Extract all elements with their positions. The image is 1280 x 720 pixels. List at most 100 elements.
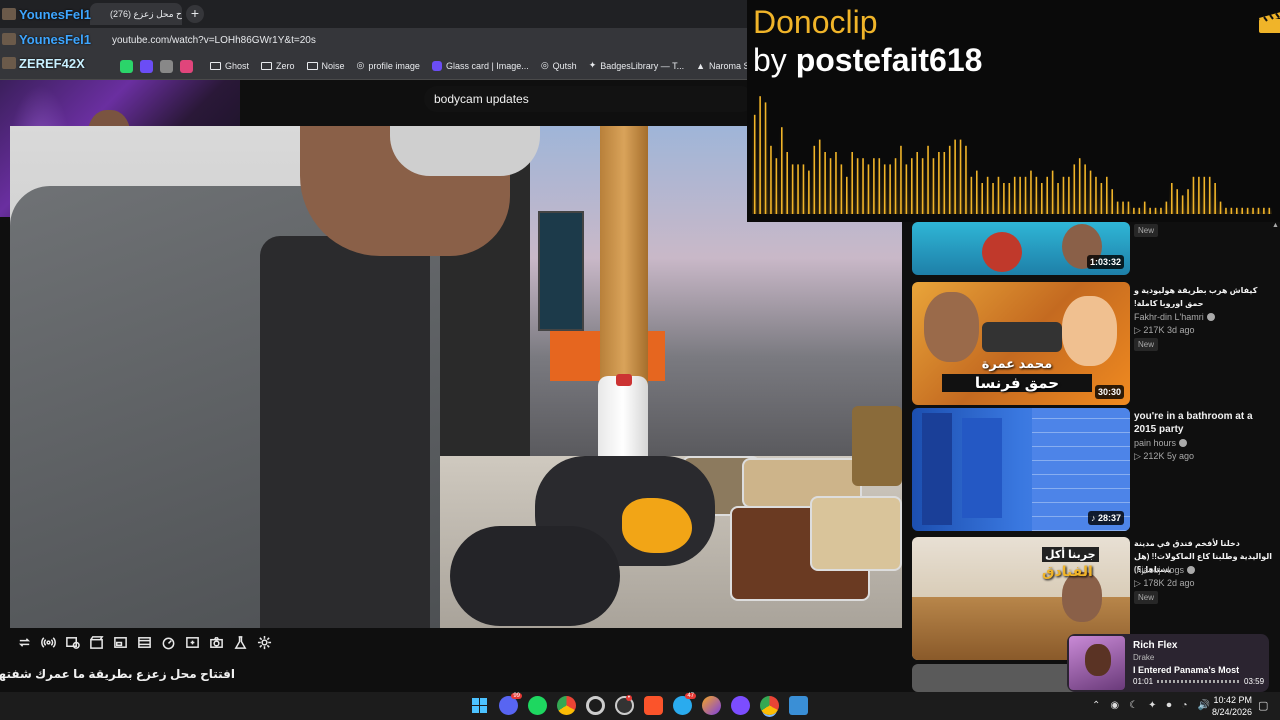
waveform-bar: [1040, 183, 1043, 214]
thumbnail-text: جربنا أكل: [1042, 547, 1099, 562]
bookmark-item[interactable]: ◎ profile image: [357, 60, 420, 71]
bookmark-item[interactable]: Zero: [261, 60, 295, 71]
waveform-bar: [894, 158, 897, 214]
volume-icon[interactable]: 🔊: [1198, 700, 1210, 711]
add-icon[interactable]: [184, 634, 200, 650]
chrome-active-icon[interactable]: [760, 696, 779, 715]
camera-icon[interactable]: [208, 634, 224, 650]
chevron-up-icon[interactable]: ⌃: [1092, 700, 1100, 711]
thumbnail-text: الفنادق: [1042, 563, 1093, 579]
waveform-bar: [1089, 170, 1092, 214]
donoclip-overlay: Donoclip by postefait618: [747, 0, 1280, 222]
chrome-icon[interactable]: [557, 696, 576, 715]
bookmarks-bar: Ghost Zero Noise ◎ profile image Glass ca…: [0, 54, 769, 80]
video-duration: 1:03:32: [1086, 255, 1124, 269]
wifi-icon[interactable]: ◔: [1181, 700, 1187, 711]
bookmark-icon[interactable]: [160, 60, 173, 73]
globe-icon: ◎: [356, 60, 365, 70]
verified-icon: [1187, 566, 1196, 574]
waveform-bar: [1078, 158, 1081, 214]
scroll-arrow-icon[interactable]: ▲: [1272, 222, 1279, 230]
site-icon: ▲: [696, 60, 706, 71]
gear-icon[interactable]: [256, 634, 272, 650]
folder-icon: [306, 61, 318, 70]
bookmark-item[interactable]: Glass card | Image...: [431, 60, 529, 71]
discord-tray-icon[interactable]: ◉: [1110, 700, 1119, 711]
taskbar-clock[interactable]: 10:42 PM 8/24/2026: [1212, 694, 1252, 718]
bookmark-item[interactable]: ✦ BadgesLibrary — T...: [589, 60, 684, 71]
waveform-bar: [1105, 176, 1108, 214]
app-icon[interactable]: [731, 696, 750, 715]
waveform-bar: [1198, 176, 1200, 214]
waveform-bar: [873, 158, 875, 214]
bookmark-icon[interactable]: [140, 60, 153, 73]
waveform-bar: [759, 96, 761, 214]
app-icon[interactable]: [789, 696, 808, 715]
brave-icon[interactable]: [644, 696, 663, 715]
screen: (276) افتتاح محل زعزع + youtube.com/watc…: [0, 0, 1280, 720]
waveform-bar: [992, 183, 994, 214]
telegram-icon[interactable]: 47: [673, 693, 696, 715]
video-title[interactable]: you're in a bathroom at a 2015 party: [1134, 410, 1274, 436]
waveform-bar: [1127, 201, 1130, 214]
progress-bar[interactable]: [1157, 680, 1239, 683]
waveform-bar: [1214, 183, 1216, 214]
waveform-bar: [1176, 189, 1179, 214]
speed-icon[interactable]: [160, 634, 176, 650]
folder-icon: [261, 61, 273, 70]
screenshot-icon[interactable]: [64, 634, 80, 650]
waveform-bar: [900, 145, 902, 214]
video-title[interactable]: كيفاش هرب بطريقة هوليودية و حمق اوروبا ك…: [1134, 284, 1274, 310]
globe-icon: ◎: [540, 60, 549, 70]
waveform-bar: [1246, 207, 1249, 214]
address-bar[interactable]: youtube.com/watch?v=LOHh86GWr1Y&t=20s: [0, 28, 750, 54]
bookmark-icon[interactable]: [120, 60, 133, 73]
github-icon[interactable]: •: [615, 695, 634, 715]
channel-name[interactable]: Fakhr-din L'hamri: [1134, 312, 1215, 322]
waveform-bar: [1057, 183, 1059, 214]
app-icon[interactable]: [702, 696, 721, 715]
bookmark-icon[interactable]: [180, 60, 193, 73]
waveform-bar: [835, 152, 837, 214]
clapper-icon[interactable]: [88, 634, 104, 650]
channel-name[interactable]: Ihjaouj vlogs: [1134, 565, 1196, 575]
waveform-bar: [889, 164, 891, 214]
film-icon[interactable]: [136, 634, 152, 650]
new-tab-button[interactable]: +: [186, 5, 204, 23]
waveform-bar: [1170, 183, 1173, 214]
microphone-icon[interactable]: ⏺: [1166, 700, 1171, 711]
bookmark-item[interactable]: Noise: [306, 60, 345, 71]
tray-icon[interactable]: ✦: [1148, 700, 1156, 711]
bookmark-item[interactable]: ◎ Qutsh: [541, 60, 577, 71]
bookmark-item[interactable]: Ghost: [210, 60, 249, 71]
browser-tab-bar: (276) افتتاح محل زعزع +: [0, 0, 750, 28]
picture-in-picture-icon[interactable]: [112, 634, 128, 650]
now-playing-widget: Rich Flex Drake I Entered Panama's Most …: [1067, 634, 1269, 692]
tray-icon[interactable]: ☾: [1129, 700, 1138, 711]
video-thumbnail[interactable]: ♪ 28:37: [912, 408, 1130, 531]
discord-icon[interactable]: 99: [499, 693, 522, 715]
new-badge: New: [1134, 591, 1159, 604]
notification-icon[interactable]: ▢: [1258, 699, 1268, 712]
donoclip-title: Donoclip: [753, 4, 878, 40]
site-icon: [431, 60, 442, 71]
obs-icon[interactable]: [586, 696, 605, 715]
spotify-icon[interactable]: [528, 696, 547, 715]
chat-username: ZEREF42X: [2, 56, 85, 71]
video-thumbnail[interactable]: محمد عمرة حمق فرنسا 30:30: [912, 282, 1130, 405]
video-thumbnail[interactable]: 1:03:32: [912, 222, 1130, 275]
repeat-icon[interactable]: [16, 634, 32, 650]
browser-tab[interactable]: (276) افتتاح محل زعزع: [90, 3, 182, 25]
windows-start-icon[interactable]: [470, 696, 489, 715]
chat-username: YounesFel1: [2, 32, 91, 47]
waveform-bar: [981, 183, 984, 214]
waveform-bar: [1154, 207, 1157, 214]
broadcast-icon[interactable]: [40, 634, 56, 650]
channel-name[interactable]: pain hours: [1134, 438, 1188, 448]
waveform-bar: [921, 158, 924, 214]
search-input[interactable]: bodycam updates: [424, 86, 754, 112]
flask-icon[interactable]: [232, 634, 248, 650]
waveform-bar: [1252, 207, 1254, 214]
waveform-bar: [1230, 207, 1233, 214]
waveform-bar: [1165, 201, 1168, 214]
